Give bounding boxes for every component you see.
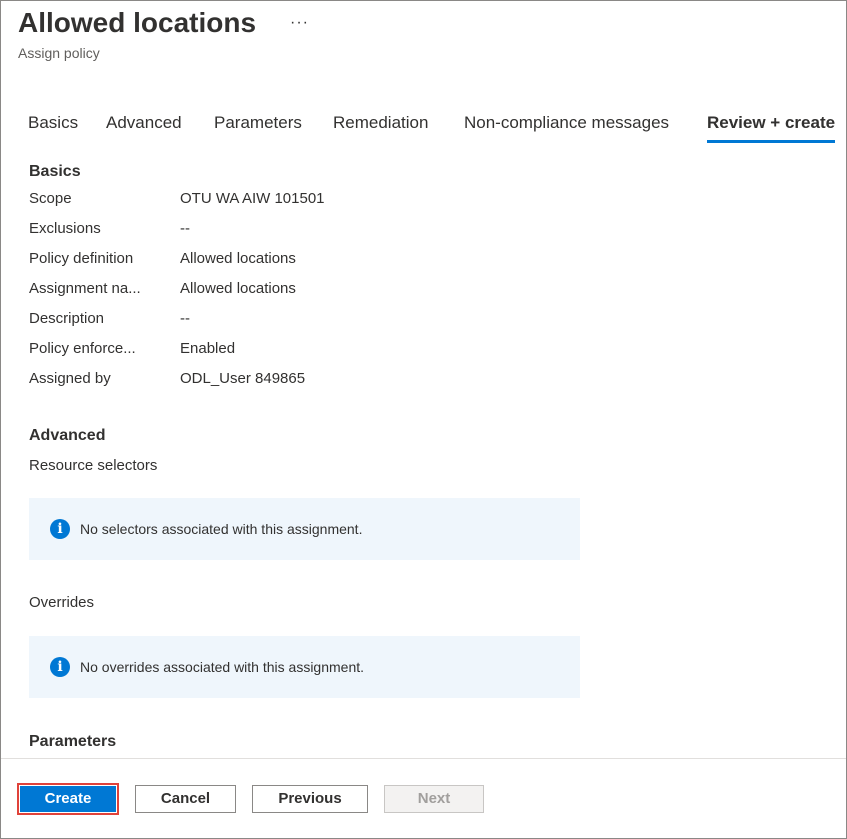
resource-selectors-label: Resource selectors	[29, 457, 158, 474]
exclusions-label: Exclusions	[29, 220, 101, 237]
advanced-section-title: Advanced	[29, 427, 106, 444]
policy-definition-label: Policy definition	[29, 250, 134, 267]
page-title: Allowed locations	[18, 7, 257, 38]
next-button[interactable]: Next	[384, 785, 484, 813]
info-icon: i	[50, 657, 70, 677]
scope-value: OTU WA AIW 101501	[180, 190, 325, 207]
create-button[interactable]: Create	[20, 786, 116, 812]
parameters-section-title: Parameters	[29, 733, 117, 750]
page-subtitle: Assign policy	[18, 45, 100, 61]
assigned-by-label: Assigned by	[29, 370, 111, 387]
tab-advanced[interactable]: Advanced	[106, 109, 182, 137]
basics-section-title: Basics	[29, 163, 81, 180]
tab-remediation[interactable]: Remediation	[333, 109, 428, 137]
more-options-icon[interactable]: ···	[290, 13, 309, 33]
info-icon: i	[50, 519, 70, 539]
previous-button[interactable]: Previous	[252, 785, 368, 813]
policy-definition-value: Allowed locations	[180, 250, 296, 267]
wizard-footer: Create Cancel Previous Next	[1, 758, 846, 838]
policy-enforcement-value: Enabled	[180, 340, 236, 357]
overrides-info-text: No overrides associated with this assign…	[80, 659, 365, 675]
tab-parameters[interactable]: Parameters	[214, 109, 302, 137]
assignment-name-value: Allowed locations	[180, 280, 296, 297]
description-value: --	[180, 310, 190, 327]
overrides-label: Overrides	[29, 594, 95, 611]
tab-non-compliance-messages[interactable]: Non-compliance messages	[464, 109, 669, 137]
scope-label: Scope	[29, 190, 72, 207]
selectors-info-text: No selectors associated with this assign…	[80, 521, 363, 537]
exclusions-value: --	[180, 220, 190, 237]
assign-policy-blade: Allowed locations ··· Assign policy Basi…	[0, 0, 847, 839]
assignment-name-label: Assignment na...	[29, 280, 141, 297]
assigned-by-value: ODL_User 849865	[180, 370, 306, 387]
tab-basics[interactable]: Basics	[28, 109, 78, 137]
tab-review-create[interactable]: Review + create	[707, 109, 836, 143]
overrides-info-box: i No overrides associated with this assi…	[29, 636, 580, 698]
selectors-info-box: i No selectors associated with this assi…	[29, 498, 580, 560]
cancel-button[interactable]: Cancel	[135, 785, 236, 813]
description-label: Description	[29, 310, 105, 327]
policy-enforcement-label: Policy enforce...	[29, 340, 136, 357]
